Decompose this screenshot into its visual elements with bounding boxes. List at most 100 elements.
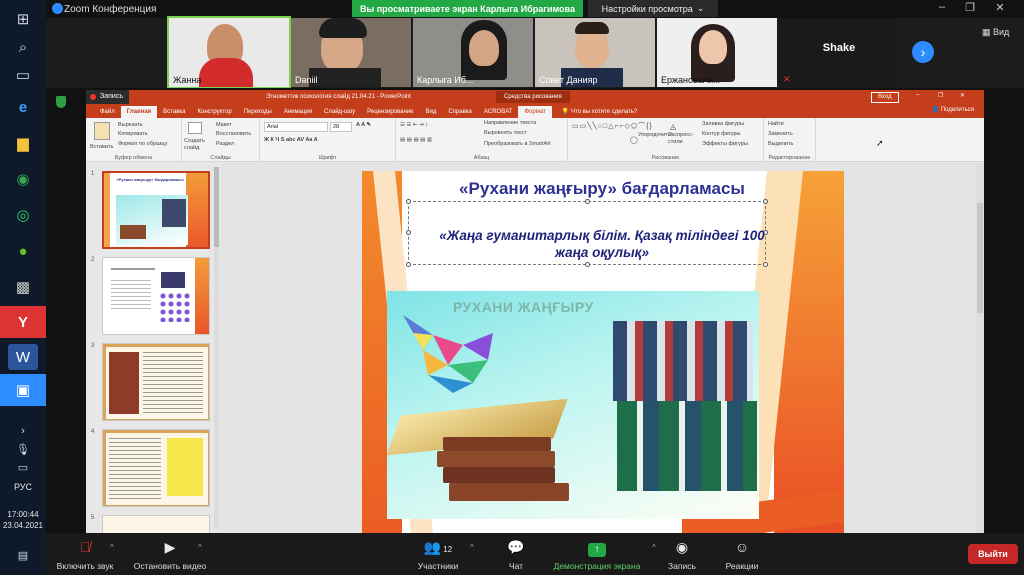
tab-home[interactable]: Главная <box>120 106 158 118</box>
tab-design[interactable]: Конструктор <box>191 106 237 118</box>
yandex-browser-icon[interactable]: Y <box>0 306 46 338</box>
slide-thumbnail-4[interactable] <box>102 429 210 507</box>
next-page-button[interactable]: › <box>912 41 934 63</box>
participant-tile[interactable]: Совет Данияр <box>535 18 655 87</box>
clock-date[interactable]: 23.04.2021 <box>0 521 46 530</box>
tab-review[interactable]: Рецензирование <box>361 106 419 118</box>
smartart-button[interactable]: Преобразовать в SmartArt <box>484 141 551 147</box>
slide-image[interactable]: РУХАНИ ЖАҢҒЫРУ <box>387 291 759 519</box>
minimize-icon[interactable]: – <box>932 1 952 13</box>
grid-view-button[interactable]: ▦ Вид <box>982 27 1009 38</box>
participant-tile[interactable]: Карлыга Иб... <box>413 18 533 87</box>
ppt-close-icon[interactable]: ✕ <box>960 92 965 99</box>
new-slide-button[interactable]: Создать слайд <box>184 138 210 152</box>
record-button[interactable]: ◉ Запись <box>660 533 704 575</box>
shape-effects-button[interactable]: Эффекты фигуры <box>702 141 748 147</box>
align-buttons[interactable]: ▤ ▤ ▤ ▤ ▥ <box>400 137 432 143</box>
zoom-taskbar-icon[interactable]: ▣ <box>0 374 46 406</box>
task-view-icon[interactable]: ▭ <box>8 62 38 88</box>
windows-start-icon[interactable]: ⊞ <box>8 6 38 32</box>
audio-options-caret-icon[interactable]: ^ <box>110 543 114 552</box>
slide-title[interactable]: «Рухани жаңғыру» бағдарламасы <box>452 179 752 199</box>
edge-icon[interactable]: e <box>8 94 38 120</box>
close-icon[interactable]: ✕ <box>990 1 1010 14</box>
share-button[interactable]: 👤 Поделиться <box>932 106 974 113</box>
cut-button[interactable]: Вырезать <box>118 122 142 128</box>
new-slide-icon[interactable] <box>188 122 202 134</box>
font-name-select[interactable]: Arial <box>264 122 328 132</box>
tab-format[interactable]: Формат <box>518 106 552 118</box>
chrome-icon[interactable]: ◉ <box>8 166 38 192</box>
ppt-sign-in-button[interactable]: Вход <box>871 92 899 103</box>
ppt-maximize-icon[interactable]: ❐ <box>938 92 943 99</box>
paste-icon[interactable] <box>94 122 110 140</box>
search-icon[interactable]: ⌕ <box>8 34 38 60</box>
replace-button[interactable]: Заменить <box>768 131 793 137</box>
align-text-button[interactable]: Выровнять текст <box>484 130 527 136</box>
share-screen-button[interactable]: ↑ Демонстрация экрана <box>544 533 650 575</box>
participants-button[interactable]: 👥 12 Участники <box>408 533 468 575</box>
view-options-button[interactable]: Настройки просмотра ⌄ <box>588 0 718 17</box>
tab-acrobat[interactable]: ACROBAT <box>478 106 519 118</box>
leave-meeting-button[interactable]: Выйти <box>968 544 1018 564</box>
tab-help[interactable]: Справка <box>442 106 478 118</box>
slide-subtitle[interactable]: «Жаңа гуманитарлық білім. Қазақ тіліндег… <box>432 227 772 261</box>
tab-insert[interactable]: Вставка <box>157 106 191 118</box>
file-explorer-icon[interactable]: ▆ <box>8 130 38 156</box>
share-caret-icon[interactable]: ^ <box>652 543 656 552</box>
clock-time[interactable]: 17:00:44 <box>0 510 46 519</box>
slide-thumbnail-5[interactable] <box>102 515 210 533</box>
text-style-buttons[interactable]: Ж К Ч S abc AV Aa A <box>264 137 318 143</box>
stop-video-button[interactable]: ▶︎ Остановить видео <box>124 533 216 575</box>
shape-circle-icon[interactable]: ◯ <box>630 136 638 144</box>
slide-thumbnail-1[interactable]: «Рухани жаңғыру» бағдарламасы <box>102 171 210 249</box>
tab-file[interactable]: Файл <box>94 106 121 118</box>
ppt-minimize-icon[interactable]: – <box>916 92 919 98</box>
chat-button[interactable]: 💬 Чат <box>494 533 538 575</box>
thumbnails-scrollbar[interactable] <box>214 167 219 527</box>
word-icon[interactable]: W <box>8 344 38 370</box>
tab-slideshow[interactable]: Слайд-шоу <box>318 106 361 118</box>
language-indicator[interactable]: РУС <box>0 482 46 492</box>
text-direction-button[interactable]: Направление текста <box>484 120 536 126</box>
network-icon[interactable]: ▭ <box>8 454 38 480</box>
arrange-button[interactable]: Упорядочить <box>638 132 671 138</box>
participant-tile[interactable]: Daniil <box>291 18 411 87</box>
participants-caret-icon[interactable]: ^ <box>470 543 474 552</box>
app-icon[interactable]: ▩ <box>8 274 38 300</box>
quick-styles-button[interactable]: Экспресс-стили <box>668 132 696 146</box>
notifications-icon[interactable]: ▤ <box>8 542 38 568</box>
find-button[interactable]: Найти <box>768 121 784 127</box>
format-painter-button[interactable]: Формат по образцу <box>118 141 167 147</box>
slide-thumbnail-3[interactable] <box>102 343 210 421</box>
reset-button[interactable]: Восстановить <box>216 131 251 137</box>
select-button[interactable]: Выделить <box>768 141 793 147</box>
unmute-button[interactable]: 🎙̸ Включить звук <box>50 533 120 575</box>
viber-icon[interactable]: ● <box>8 238 38 264</box>
shapes-gallery[interactable]: ▭▭╲╲○□△⌐⌐◇⬠⌒{} <box>572 121 653 131</box>
participant-tile[interactable]: ЕржановаАк... <box>657 18 777 87</box>
section-button[interactable]: Раздел <box>216 141 234 147</box>
font-size-select[interactable]: 28 <box>330 122 352 132</box>
whatsapp-icon[interactable]: ◎ <box>8 202 38 228</box>
participant-tile[interactable]: Жанна <box>167 16 291 89</box>
reactions-button[interactable]: ☺ Реакции <box>718 533 766 575</box>
tab-transitions[interactable]: Переходы <box>238 106 278 118</box>
layout-button[interactable]: Макет <box>216 122 232 128</box>
maximize-icon[interactable]: ❐ <box>960 1 980 14</box>
shape-outline-button[interactable]: Контур фигуры <box>702 131 740 137</box>
slide-thumbnail-2[interactable] <box>102 257 210 335</box>
shape-fill-button[interactable]: Заливка фигуры <box>702 121 744 127</box>
editor-scrollbar[interactable] <box>976 163 984 533</box>
video-options-caret-icon[interactable]: ^ <box>198 543 202 552</box>
font-grow-icon[interactable]: A A ✎ <box>356 122 371 128</box>
tell-me-search[interactable]: 💡 Что вы хотите сделать? <box>562 106 637 118</box>
tab-animations[interactable]: Анимация <box>278 106 318 118</box>
tab-view[interactable]: Вид <box>419 106 442 118</box>
participant-tile[interactable]: Shake ✕ <box>779 18 899 87</box>
paste-button[interactable]: Вставить <box>90 144 113 150</box>
list-buttons[interactable]: ☰ ☰ ⇤ ⇥ ↕ <box>400 122 428 128</box>
copy-button[interactable]: Копировать <box>118 131 148 137</box>
current-slide[interactable]: «Рухани жаңғыру» бағдарламасы «Жаңа гума… <box>362 171 844 533</box>
zoom-recording-indicator[interactable]: Запись <box>86 90 129 104</box>
